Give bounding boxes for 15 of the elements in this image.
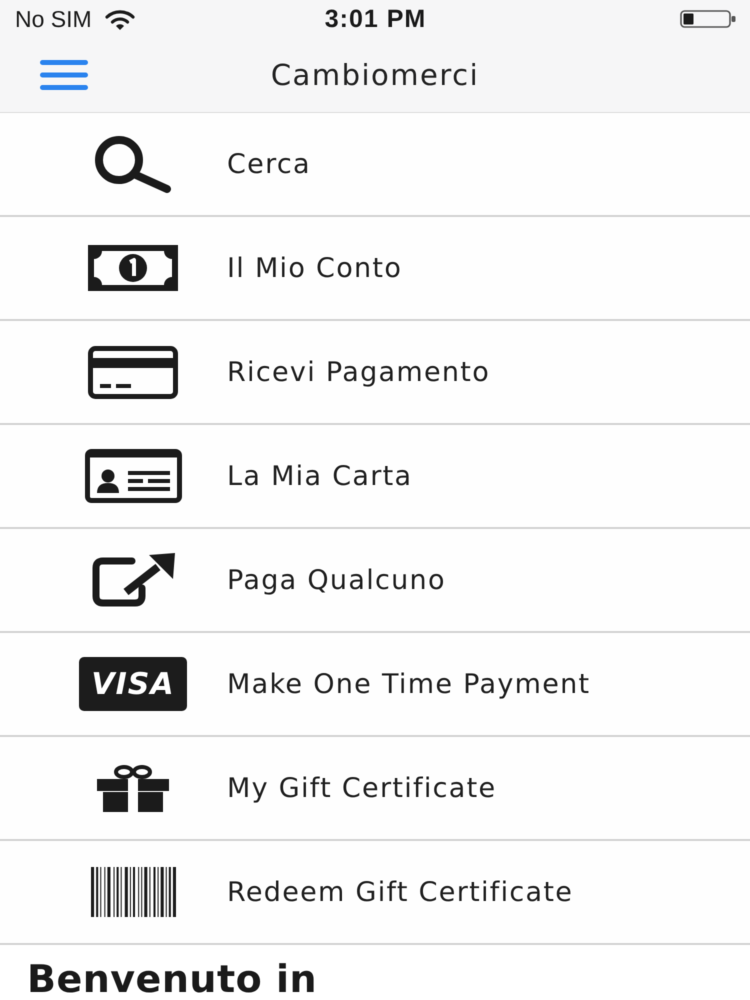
- share-icon: [92, 553, 174, 607]
- id-card-icon: [84, 449, 182, 503]
- battery-icon: [680, 10, 736, 28]
- barcode-icon: [90, 867, 176, 917]
- clock-text: 3:01 PM: [324, 4, 426, 34]
- credit-card-icon: [88, 346, 178, 398]
- banknote-icon: [88, 245, 178, 291]
- carrier-text: No SIM: [15, 6, 92, 32]
- welcome-heading: Benvenuto in: [27, 959, 318, 999]
- screen-title: Cambiomerci: [270, 58, 480, 92]
- visa-logo: VISA: [79, 657, 187, 711]
- wifi-icon: [104, 8, 135, 30]
- search-icon: [94, 135, 172, 193]
- gift-icon: [97, 764, 169, 812]
- menu-icon: [40, 60, 88, 90]
